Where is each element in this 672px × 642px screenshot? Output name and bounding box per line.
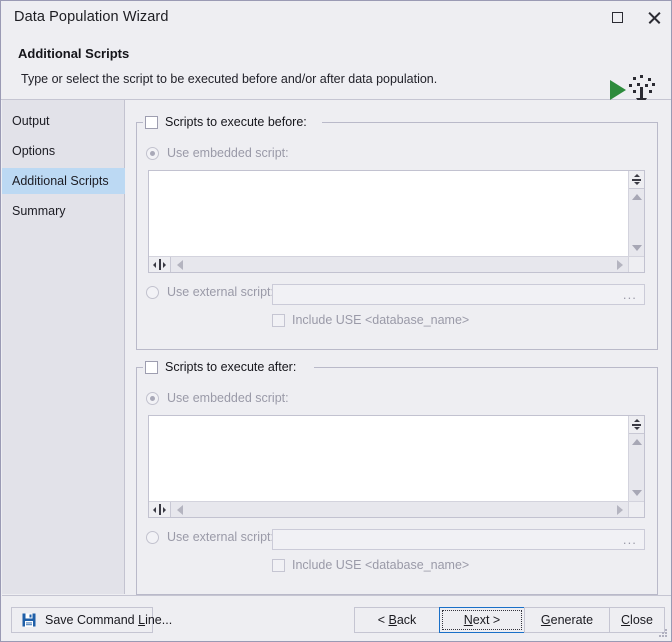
split-horizontal-icon <box>153 504 166 515</box>
generate-button-label: Generate <box>540 613 594 627</box>
chevron-right-icon <box>617 259 623 270</box>
before-editor-scroll-left-button[interactable] <box>172 257 188 272</box>
wizard-step-sidebar: Output Options Additional Scripts Summar… <box>2 100 125 594</box>
after-use-external-row[interactable]: Use external script: <box>146 530 274 544</box>
after-editor-vertical-split-handle[interactable] <box>629 416 644 434</box>
title-bar: Data Population Wizard <box>1 1 671 35</box>
before-use-external-row[interactable]: Use external script: <box>146 285 274 299</box>
before-include-use-checkbox[interactable] <box>272 313 285 327</box>
after-editor-horizontal-split-handle[interactable] <box>149 502 171 517</box>
resize-grip-icon[interactable] <box>656 627 668 639</box>
split-vertical-icon <box>631 174 642 185</box>
before-include-use-row[interactable]: Include USE <database_name> <box>272 313 469 327</box>
next-button[interactable]: Next > <box>439 607 525 633</box>
after-use-embedded-row[interactable]: Use embedded script: <box>146 391 289 405</box>
chevron-down-icon <box>631 490 642 496</box>
after-include-use-checkbox[interactable] <box>272 558 285 572</box>
after-use-embedded-label: Use embedded script: <box>167 391 289 405</box>
chevron-left-icon <box>177 504 183 515</box>
scripts-after-checkbox[interactable] <box>145 360 158 374</box>
group-border-right <box>322 122 657 123</box>
before-use-embedded-radio[interactable] <box>146 146 159 160</box>
generate-button[interactable]: Generate <box>524 607 610 633</box>
window-title: Data Population Wizard <box>14 9 169 25</box>
chevron-up-icon <box>631 194 642 200</box>
page-header: Additional Scripts Type or select the sc… <box>1 34 671 124</box>
close-button-label: Close <box>621 613 653 627</box>
after-editor-scroll-up-button[interactable] <box>629 434 644 450</box>
before-embedded-script-editor[interactable] <box>148 170 645 273</box>
sidebar-item-additional-scripts[interactable]: Additional Scripts <box>2 168 125 194</box>
before-use-external-label: Use external script: <box>167 285 274 299</box>
sidebar-item-label: Output <box>12 114 50 128</box>
before-editor-scroll-corner <box>628 256 644 272</box>
save-command-line-label: Save Command Line... <box>45 613 173 627</box>
group-after-header: Scripts to execute after: <box>143 359 301 375</box>
data-population-wizard-window: Data Population Wizard Additional Script… <box>0 0 672 642</box>
maximize-button[interactable] <box>598 1 636 33</box>
after-include-use-label: Include USE <database_name> <box>292 558 470 572</box>
floppy-disk-icon <box>22 613 36 627</box>
after-embedded-script-textarea[interactable] <box>149 416 628 501</box>
sidebar-item-label: Additional Scripts <box>12 174 109 188</box>
scripts-before-checkbox[interactable] <box>145 115 158 129</box>
sidebar-item-options[interactable]: Options <box>2 138 125 164</box>
before-editor-scroll-up-button[interactable] <box>629 189 644 205</box>
back-button[interactable]: < Back <box>354 607 440 633</box>
before-include-use-label: Include USE <database_name> <box>292 313 470 327</box>
maximize-icon <box>611 11 623 23</box>
before-use-embedded-row[interactable]: Use embedded script: <box>146 146 289 160</box>
group-scripts-after: Scripts to execute after: Use embedded s… <box>136 359 658 595</box>
content-pane: Scripts to execute before: Use embedded … <box>125 100 671 595</box>
split-horizontal-icon <box>153 259 166 270</box>
group-before-header: Scripts to execute before: <box>143 114 311 130</box>
close-button[interactable] <box>635 1 671 33</box>
after-editor-vertical-scrollbar[interactable] <box>628 416 644 501</box>
chevron-left-icon <box>177 259 183 270</box>
after-editor-scroll-left-button[interactable] <box>172 502 188 517</box>
after-external-script-path-input[interactable]: ... <box>272 529 645 550</box>
after-editor-scroll-right-button[interactable] <box>612 502 628 517</box>
before-embedded-script-textarea[interactable] <box>149 171 628 256</box>
save-command-line-button[interactable]: Save Command Line... <box>11 607 172 633</box>
after-use-external-radio[interactable] <box>146 530 159 544</box>
focus-ring <box>442 610 522 630</box>
page-title: Additional Scripts <box>18 46 130 61</box>
before-editor-scroll-right-button[interactable] <box>612 257 628 272</box>
scripts-after-label: Scripts to execute after: <box>165 360 297 374</box>
before-editor-horizontal-split-handle[interactable] <box>149 257 171 272</box>
before-editor-vertical-split-handle[interactable] <box>629 171 644 189</box>
scripts-before-label: Scripts to execute before: <box>165 115 307 129</box>
before-use-external-radio[interactable] <box>146 285 159 299</box>
before-editor-scroll-down-button[interactable] <box>629 240 644 256</box>
after-editor-scroll-corner <box>628 501 644 517</box>
sidebar-item-summary[interactable]: Summary <box>2 198 125 224</box>
after-include-use-row[interactable]: Include USE <database_name> <box>272 558 469 572</box>
chevron-right-icon <box>617 504 623 515</box>
group-border-right <box>314 367 657 368</box>
group-scripts-before: Scripts to execute before: Use embedded … <box>136 114 658 350</box>
sidebar-item-label: Summary <box>12 204 66 218</box>
chevron-down-icon <box>631 245 642 251</box>
after-use-embedded-radio[interactable] <box>146 391 159 405</box>
before-editor-horizontal-scrollbar[interactable] <box>149 256 628 272</box>
sidebar-item-label: Options <box>12 144 56 158</box>
browse-ellipsis-icon[interactable]: ... <box>623 532 637 547</box>
back-button-label: < Back <box>377 613 417 627</box>
after-embedded-script-editor[interactable] <box>148 415 645 518</box>
after-editor-scroll-down-button[interactable] <box>629 485 644 501</box>
sidebar-item-output[interactable]: Output <box>2 108 125 134</box>
before-external-script-path-input[interactable]: ... <box>272 284 645 305</box>
page-subtitle: Type or select the script to be executed… <box>21 72 438 86</box>
browse-ellipsis-icon[interactable]: ... <box>623 287 637 302</box>
after-use-external-label: Use external script: <box>167 530 274 544</box>
split-vertical-icon <box>631 419 642 430</box>
before-editor-vertical-scrollbar[interactable] <box>628 171 644 256</box>
chevron-up-icon <box>631 439 642 445</box>
after-editor-horizontal-scrollbar[interactable] <box>149 501 628 517</box>
before-use-embedded-label: Use embedded script: <box>167 146 289 160</box>
close-icon <box>648 11 661 24</box>
footer-button-bar: Save Command Line... < Back Next > Gener… <box>2 595 671 641</box>
